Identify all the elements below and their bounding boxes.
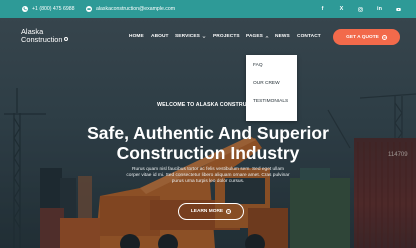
brand-line-2: Construction <box>21 35 63 44</box>
phone-contact[interactable]: +1 (800) 475 6988 <box>22 0 75 18</box>
nav-services[interactable]: SERVICES <box>175 33 206 40</box>
hero-subtitle: Rurus quam nisl faucibus tortor ac felis… <box>108 167 308 186</box>
email-contact[interactable]: alaskaconstruction@example.com <box>86 0 175 18</box>
nav-services-label: SERVICES <box>175 34 200 39</box>
brand-logo[interactable]: Alaska Construction <box>21 28 68 44</box>
linkedin-glyph: in <box>377 6 382 12</box>
nav-about[interactable]: ABOUT <box>151 33 169 40</box>
get-a-quote-button[interactable]: GET A QUOTE <box>333 29 400 45</box>
nav-home[interactable]: HOME <box>129 33 144 40</box>
nav-contact[interactable]: CONTACT <box>297 33 321 40</box>
hero-subtitle-line-3: purus urna turpis leo dolor cursus. <box>171 179 245 185</box>
linkedin-icon[interactable]: in <box>375 0 384 18</box>
pages-dropdown-menu: FAQ OUR CREW TESTIMONIALS <box>246 55 297 121</box>
learn-more-button[interactable]: LEARN MORE <box>178 203 244 220</box>
hero-subtitle-line-2: corper vitae id mi. Sed consectetur libe… <box>126 173 290 179</box>
facebook-icon[interactable]: f <box>318 0 327 18</box>
nav-pages[interactable]: PAGES <box>246 33 269 40</box>
facebook-glyph: f <box>321 6 324 12</box>
get-a-quote-label: GET A QUOTE <box>346 34 379 40</box>
hero-subtitle-line-1: Rurus quam nisl faucibus tortor ac felis… <box>132 167 284 172</box>
hero-title: Safe, Authentic And Superior Constructio… <box>48 123 368 163</box>
dropdown-item-faq[interactable]: FAQ <box>253 63 263 68</box>
nav-pages-label: PAGES <box>246 34 263 39</box>
nav-projects[interactable]: PROJECTS <box>213 33 240 40</box>
arrow-right-icon <box>226 209 232 214</box>
email-address: alaskaconstruction@example.com <box>96 6 176 12</box>
hero-title-line-1: Safe, Authentic And Superior <box>87 123 329 143</box>
logo-mark-icon <box>63 37 68 41</box>
hero-eyebrow: WELCOME TO ALASKA CONSTRUCTION <box>157 102 264 108</box>
nav-news[interactable]: NEWS <box>275 33 290 40</box>
chevron-up-icon <box>265 35 269 38</box>
dropdown-item-our-crew[interactable]: OUR CREW <box>253 81 280 86</box>
top-bar: +1 (800) 475 6988 alaskaconstruction@exa… <box>0 0 416 18</box>
mail-icon <box>86 6 92 12</box>
x-icon[interactable]: X <box>337 0 346 18</box>
hero-title-line-2: Construction Industry <box>116 143 300 163</box>
youtube-icon[interactable] <box>394 0 403 18</box>
phone-number: +1 (800) 475 6988 <box>32 6 75 12</box>
learn-more-label: LEARN MORE <box>190 209 224 214</box>
arrow-right-icon <box>381 34 387 40</box>
chevron-down-icon <box>202 35 206 38</box>
instagram-icon[interactable] <box>356 0 365 18</box>
phone-icon <box>22 6 28 12</box>
x-glyph: X <box>339 6 344 12</box>
